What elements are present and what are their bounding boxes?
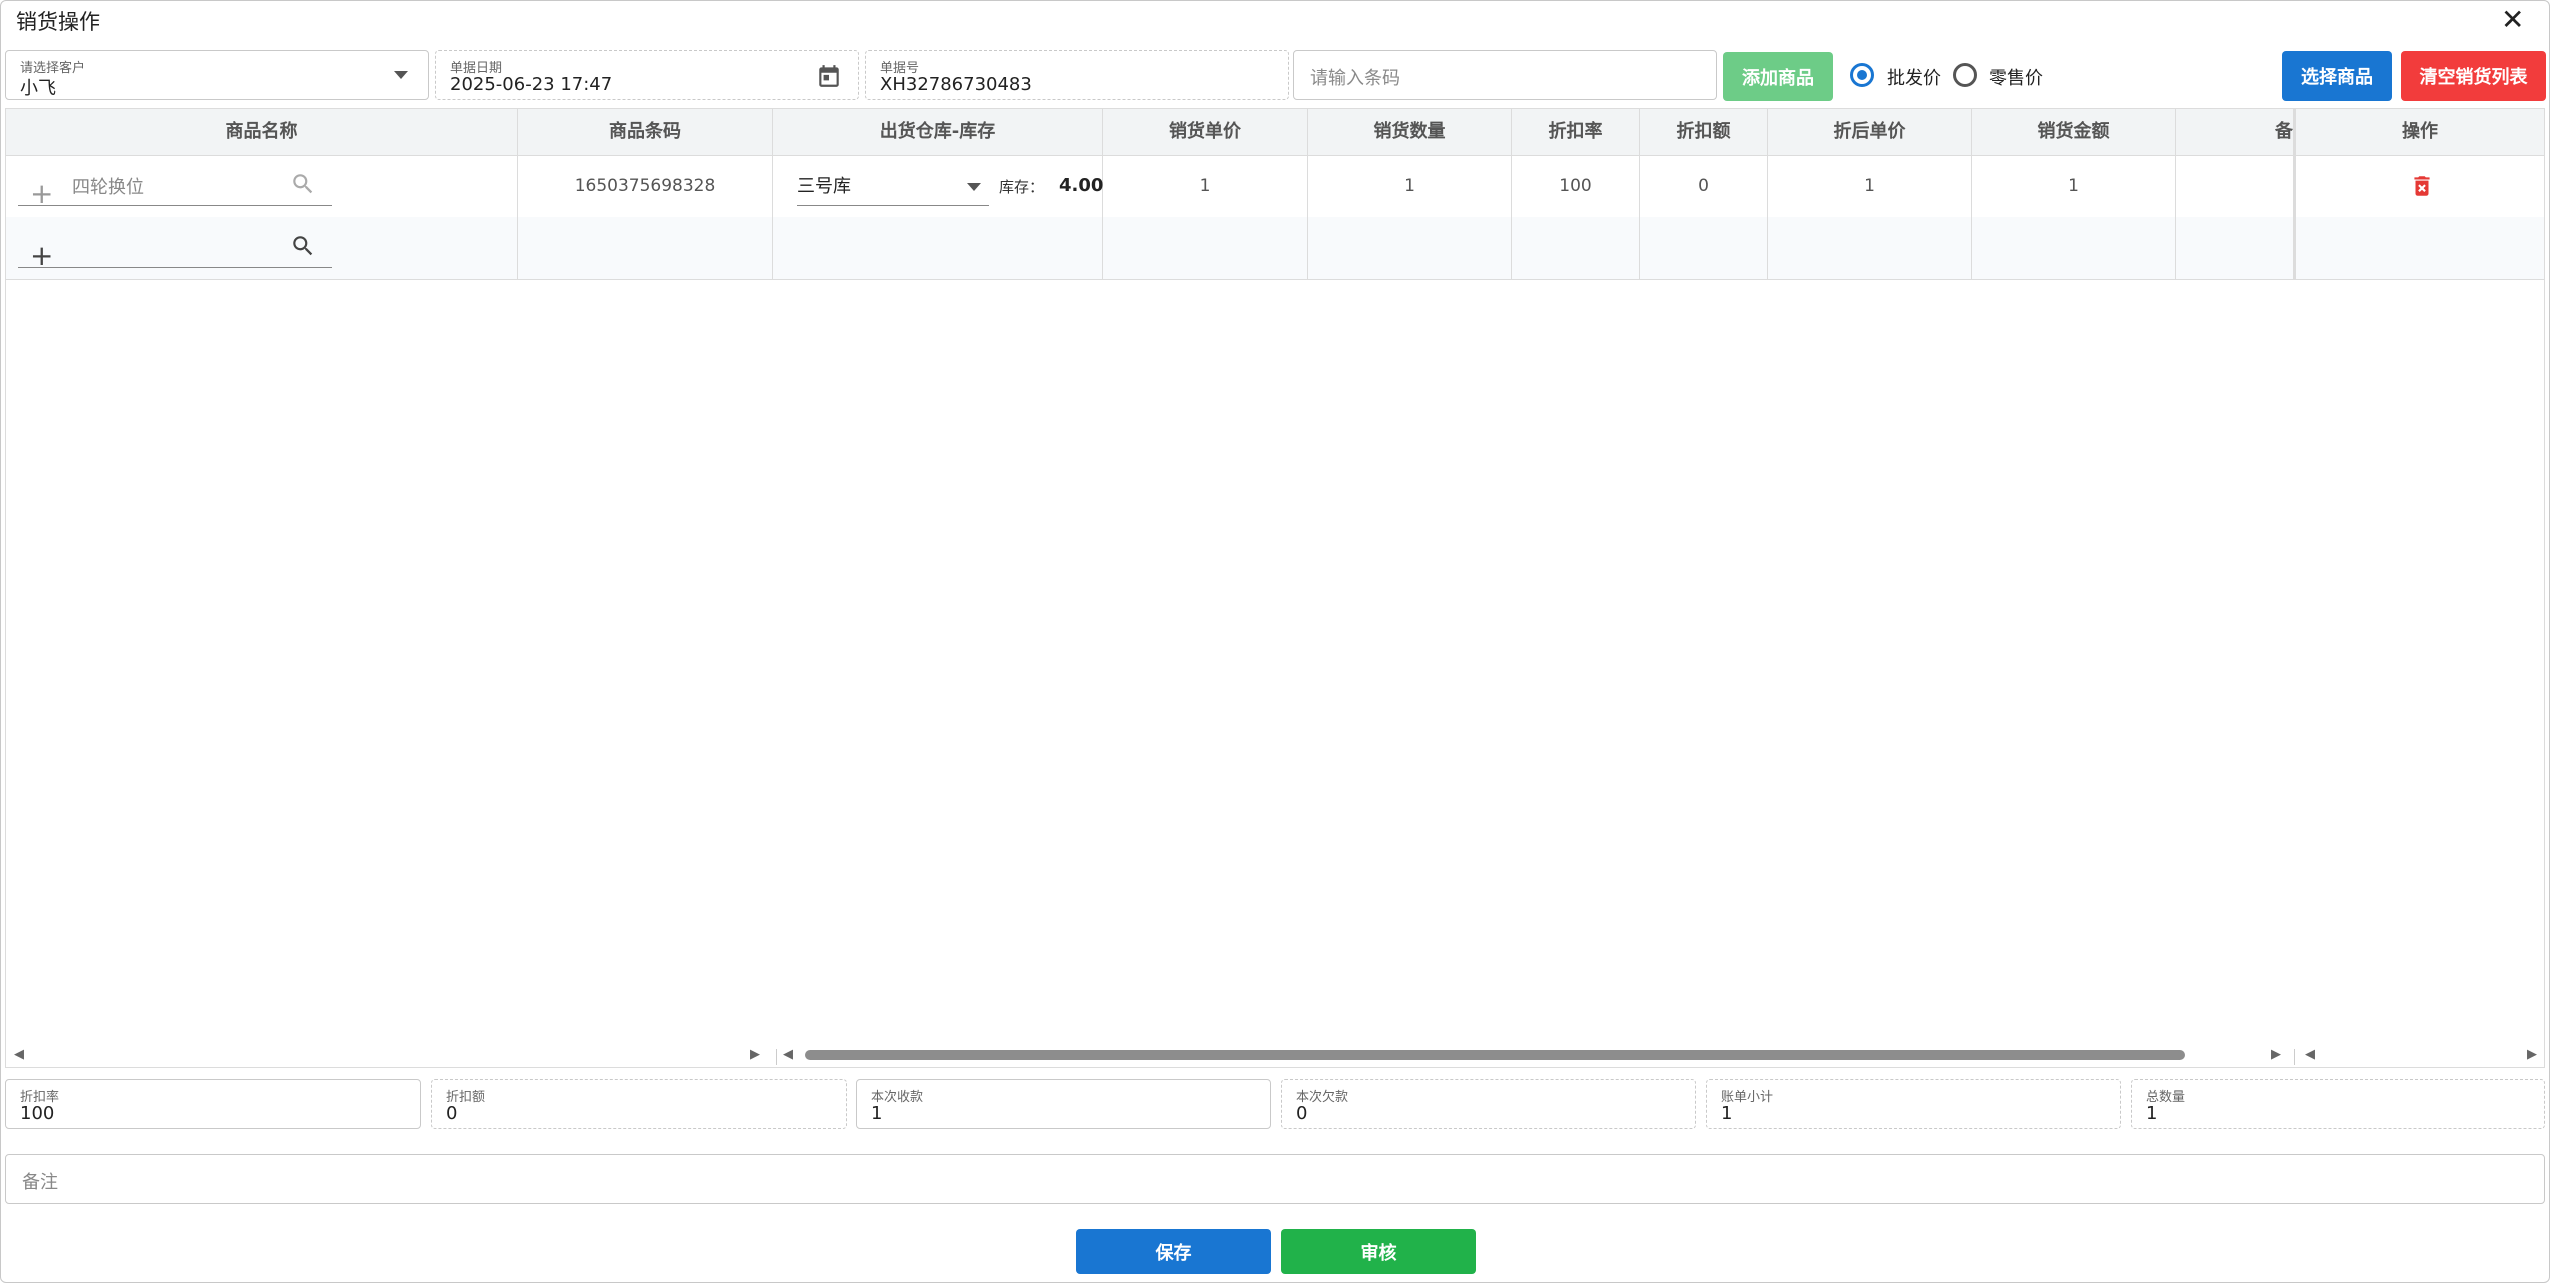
empty-cell xyxy=(1640,217,1768,279)
dialog-title: 销货操作 xyxy=(16,10,100,34)
scroll-right-arrow-icon[interactable]: ▶ xyxy=(2271,1047,2281,1062)
table-header: 商品名称 商品条码 出货仓库-库存 销货单价 销货数量 折扣率 折扣额 折后单价… xyxy=(6,109,2544,156)
customer-value: 小飞 xyxy=(20,78,56,99)
empty-cell xyxy=(1972,217,2176,279)
order-number-field: 单据号 XH32786730483 xyxy=(865,50,1289,100)
calendar-icon[interactable] xyxy=(816,63,842,89)
chevron-down-icon xyxy=(967,183,981,191)
summary-total-qty-field: 总数量 1 xyxy=(2131,1079,2545,1129)
summary-received-field[interactable]: 本次收款 1 xyxy=(856,1079,1271,1129)
product-name-input-empty[interactable]: + xyxy=(18,231,332,272)
customer-select[interactable]: 请选择客户 小飞 xyxy=(5,50,429,100)
delete-icon[interactable] xyxy=(2409,173,2435,199)
barcode-placeholder: 请输入条码 xyxy=(1310,68,1400,89)
summary-discount-amount-field: 折扣额 0 xyxy=(431,1079,847,1129)
empty-cell xyxy=(2176,217,2294,279)
scroll-right-arrow-icon[interactable]: ▶ xyxy=(750,1047,760,1062)
header-discount-amount: 折扣额 xyxy=(1640,109,1768,155)
barcode-cell: 1650375698328 xyxy=(518,155,773,217)
header-unit-price: 销货单价 xyxy=(1103,109,1308,155)
scroll-left-arrow-icon[interactable]: ◀ xyxy=(2305,1047,2315,1062)
table-row: + 四轮换位 1650375698328 三号库 库存： 4.00 1 1 10… xyxy=(6,155,2544,218)
add-product-button[interactable]: 添加商品 xyxy=(1723,52,1833,101)
summary-owed-value: 0 xyxy=(1296,1103,1308,1124)
header-discounted-price: 折后单价 xyxy=(1768,109,1972,155)
discount-amount-cell[interactable]: 0 xyxy=(1640,155,1768,217)
summary-discount-rate-value: 100 xyxy=(20,1103,55,1124)
scrollbar-thumb[interactable] xyxy=(805,1050,2185,1060)
discounted-price-cell: 1 xyxy=(1768,155,1972,217)
header-barcode: 商品条码 xyxy=(518,109,773,155)
table-row-empty: + xyxy=(6,217,2544,280)
header-quantity: 销货数量 xyxy=(1308,109,1512,155)
order-number-value: XH32786730483 xyxy=(880,74,1032,95)
barcode-input[interactable]: 请输入条码 xyxy=(1293,50,1717,100)
header-warehouse-stock: 出货仓库-库存 xyxy=(773,109,1103,155)
quantity-cell[interactable]: 1 xyxy=(1308,155,1512,217)
scrollbar-left-pane[interactable]: ◀ ▶ xyxy=(6,1047,773,1065)
sales-table: 商品名称 商品条码 出货仓库-库存 销货单价 销货数量 折扣率 折扣额 折后单价… xyxy=(5,108,2545,1068)
wholesale-price-radio[interactable] xyxy=(1850,63,1874,87)
product-name-cell: + 四轮换位 xyxy=(6,155,518,217)
search-icon[interactable] xyxy=(290,233,316,259)
summary-owed-field: 本次欠款 0 xyxy=(1281,1079,1696,1129)
remark-cell[interactable] xyxy=(2176,155,2294,217)
empty-cell xyxy=(2294,217,2544,279)
scrollbar-right-pane[interactable]: ◀ ▶ xyxy=(2294,1047,2545,1065)
empty-cell xyxy=(1512,217,1640,279)
summary-subtotal-field: 账单小计 1 xyxy=(1706,1079,2121,1129)
remark-input[interactable]: 备注 xyxy=(5,1154,2545,1204)
product-name-value: 四轮换位 xyxy=(72,177,144,198)
plus-icon[interactable]: + xyxy=(30,225,53,287)
summary-subtotal-value: 1 xyxy=(1721,1103,1733,1124)
scroll-right-arrow-icon[interactable]: ▶ xyxy=(2527,1047,2537,1062)
product-name-input[interactable]: + 四轮换位 xyxy=(18,169,332,210)
stock-value: 4.00 xyxy=(1059,175,1104,196)
sales-operation-dialog: 销货操作 ✕ 请选择客户 小飞 单据日期 2025-06-23 17:47 单据… xyxy=(0,0,2550,1283)
empty-cell xyxy=(773,217,1103,279)
empty-cell xyxy=(1308,217,1512,279)
summary-total-qty-value: 1 xyxy=(2146,1103,2158,1124)
save-button[interactable]: 保存 xyxy=(1076,1229,1271,1274)
header-remark: 备注 xyxy=(2176,109,2294,155)
warehouse-value: 三号库 xyxy=(797,176,851,197)
search-icon[interactable] xyxy=(290,171,316,197)
remark-placeholder: 备注 xyxy=(22,1172,58,1193)
header-amount: 销货金额 xyxy=(1972,109,2176,155)
summary-received-value: 1 xyxy=(871,1103,883,1124)
close-icon[interactable]: ✕ xyxy=(2501,5,2524,35)
empty-cell xyxy=(1103,217,1308,279)
header-discount-rate: 折扣率 xyxy=(1512,109,1640,155)
empty-cell xyxy=(1768,217,1972,279)
clear-sales-list-button[interactable]: 清空销货列表 xyxy=(2401,51,2546,101)
product-name-cell-empty: + xyxy=(6,217,518,279)
wholesale-price-label: 批发价 xyxy=(1887,68,1941,89)
retail-price-radio[interactable] xyxy=(1953,63,1977,87)
chevron-down-icon xyxy=(394,71,408,79)
scroll-left-arrow-icon[interactable]: ◀ xyxy=(783,1047,793,1062)
select-product-button[interactable]: 选择商品 xyxy=(2282,51,2392,101)
discount-rate-cell[interactable]: 100 xyxy=(1512,155,1640,217)
scroll-left-arrow-icon[interactable]: ◀ xyxy=(14,1047,24,1062)
header-product-name: 商品名称 xyxy=(6,109,518,155)
empty-cell xyxy=(518,217,773,279)
unit-price-cell[interactable]: 1 xyxy=(1103,155,1308,217)
actions-cell xyxy=(2294,155,2544,217)
scrollbar-main-pane[interactable]: ◀ ▶ xyxy=(776,1047,2293,1065)
plus-icon[interactable]: + xyxy=(30,163,53,225)
header-remark-label: 备注 xyxy=(2275,121,2293,142)
amount-cell: 1 xyxy=(1972,155,2176,217)
warehouse-select[interactable]: 三号库 xyxy=(797,169,989,206)
warehouse-stock-cell: 三号库 库存： 4.00 xyxy=(773,155,1103,217)
date-field[interactable]: 单据日期 2025-06-23 17:47 xyxy=(435,50,859,100)
summary-discount-rate-field[interactable]: 折扣率 100 xyxy=(5,1079,421,1129)
summary-discount-amount-value: 0 xyxy=(446,1103,458,1124)
date-value: 2025-06-23 17:47 xyxy=(450,74,613,95)
header-actions: 操作 xyxy=(2294,109,2544,155)
retail-price-label: 零售价 xyxy=(1989,68,2043,89)
audit-button[interactable]: 审核 xyxy=(1281,1229,1476,1274)
stock-label: 库存： xyxy=(999,178,1045,196)
